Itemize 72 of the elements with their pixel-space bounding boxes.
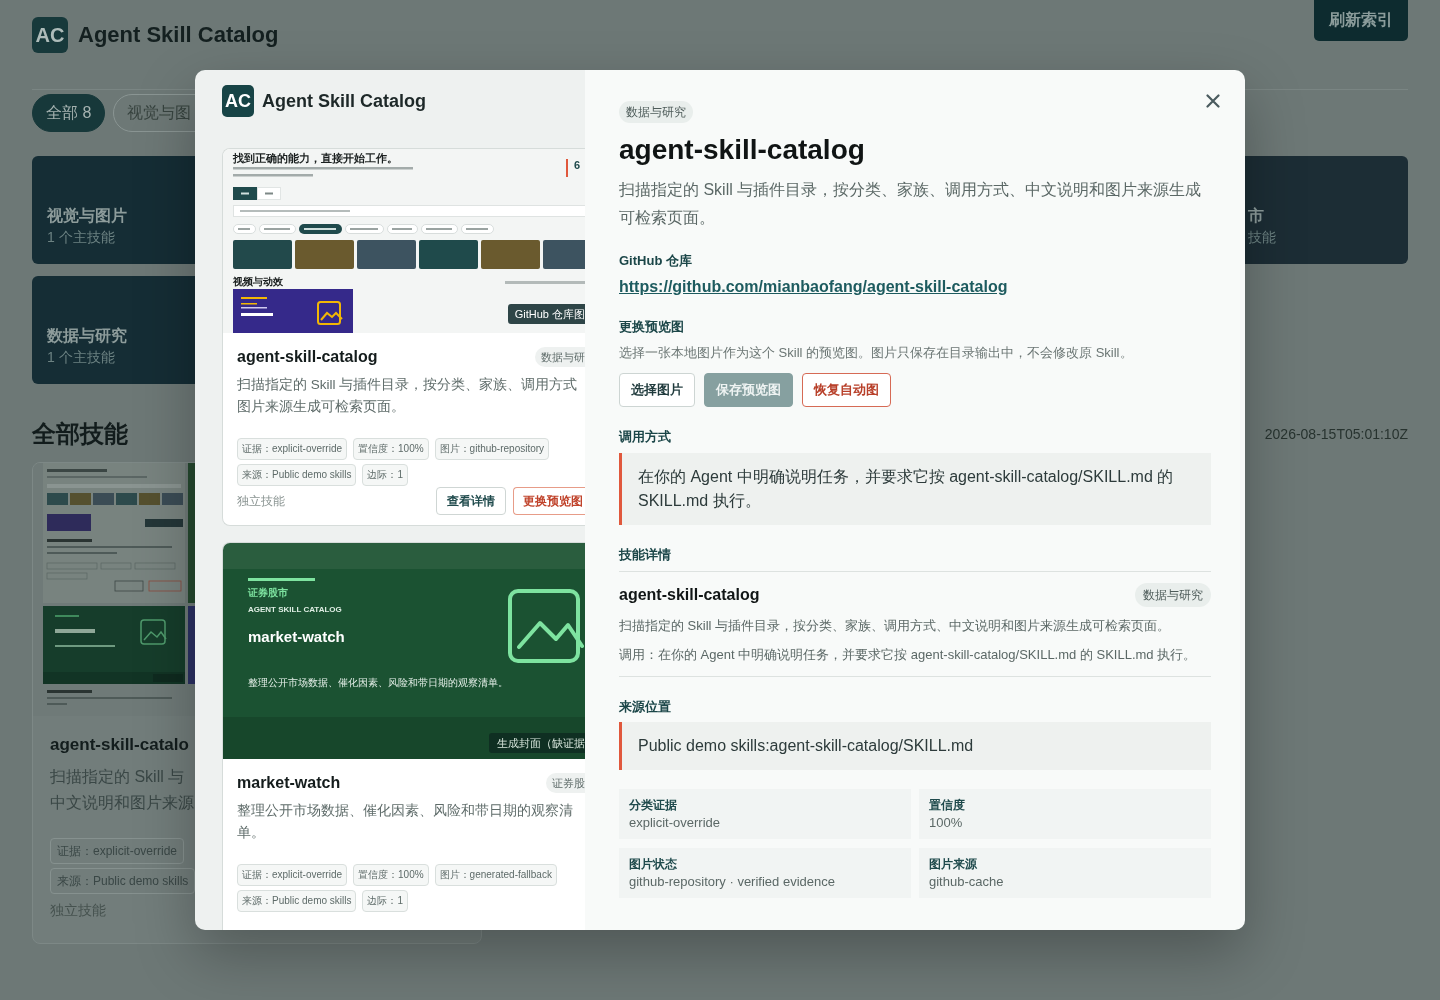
- tag-chip: 来源：Public demo skills: [237, 464, 357, 486]
- tag-chip: 置信度：100%: [353, 438, 429, 460]
- app-logo: AC: [32, 17, 68, 53]
- section-heading: 来源位置: [619, 698, 671, 716]
- tag-chip: 来源：Public demo skills: [237, 890, 357, 912]
- tag-chip: 边际：1: [362, 890, 409, 912]
- category-name: 视觉与图片: [47, 206, 127, 226]
- app-title: Agent Skill Catalog: [262, 90, 427, 113]
- category-tag: 数据与研究: [1135, 583, 1211, 607]
- image-source-badge: GitHub 仓库图: [507, 304, 585, 324]
- image-icon: [317, 301, 343, 325]
- skill-description: 扫描指定的 Skill 与插件目录，按分类、家族、调用方式、中文说明和图片来源生成可检索页面。: [619, 180, 1203, 228]
- cover-title: market-watch: [248, 627, 345, 647]
- cover-summary: 整理公开市场数据、催化因素、风险和带日期的观察清单。: [248, 676, 508, 690]
- skill-title: market-watch: [237, 773, 341, 793]
- category-tag: 数据与研究: [619, 101, 693, 123]
- filter-chip[interactable]: 全部 8: [32, 94, 106, 132]
- category-count: 1 个主技能: [47, 348, 115, 367]
- app-logo: AC: [222, 85, 254, 117]
- close-button[interactable]: [1206, 94, 1220, 108]
- section-heading: 技能详情: [619, 546, 671, 564]
- fact-label: 置信度: [929, 797, 965, 814]
- close-icon: [1206, 94, 1220, 108]
- invocation-quote: 在你的 Agent 中明确说明任务，并要求它按 agent-skill-catalog/SKILL.md 的 SKILL.md 执行。: [619, 453, 1211, 525]
- tag-chip: 置信度：100%: [353, 864, 429, 886]
- skill-description: 整理公开市场数据、催化因素、风险和带日期的观察清 单。: [237, 802, 573, 842]
- action-button[interactable]: 恢复自动图: [802, 373, 891, 407]
- tag-chip: 边际：1: [362, 464, 409, 486]
- category-name: 数据与研究: [47, 326, 127, 346]
- hint-text: 选择一张本地图片作为这个 Skill 的预览图。图片只保存在目录输出中，不会修改原 Skill。: [619, 344, 1133, 362]
- skill-title: agent-skill-catalo: [50, 734, 189, 756]
- skill-title: agent-skill-catalog: [619, 133, 865, 167]
- section-heading: 更换预览图: [619, 318, 684, 336]
- fact-value: 100%: [929, 814, 963, 832]
- fact-value: explicit-override: [629, 814, 721, 832]
- app-title: Agent Skill Catalog: [78, 21, 279, 49]
- refresh-button[interactable]: 刷新索引: [1314, 0, 1408, 41]
- fact-label: 图片状态: [629, 856, 677, 873]
- skill-family: 独立技能: [237, 492, 285, 510]
- tag-chip: 证据：explicit-override: [237, 864, 348, 886]
- tab-bar-drawing: [233, 187, 281, 200]
- skill-name: agent-skill-catalog: [619, 585, 760, 605]
- fact-label: 分类证据: [629, 797, 677, 814]
- image-source-badge: 生成封面（缺证据: [489, 733, 585, 753]
- source-path: Public demo skills:agent-skill-catalog/SKILL.md: [619, 722, 1211, 770]
- stat-number: 6: [574, 159, 581, 171]
- fact-value: github-cache: [929, 873, 1004, 891]
- action-button[interactable]: 更换预览图: [513, 487, 585, 515]
- cover-brand: AGENT SKILL CATALOG: [248, 605, 342, 615]
- action-button[interactable]: 查看详情: [436, 487, 506, 515]
- image-icon: [508, 589, 584, 663]
- fact-label: 图片来源: [929, 856, 977, 873]
- category-tag: 证券股: [546, 773, 585, 793]
- updated-time: 2026-08-15T05:01:10Z: [1264, 426, 1408, 442]
- invocation-text: 调用：在你的 Agent 中明确说明任务，并要求它按 agent-skill-catalog/SKILL.md 的 SKILL.md 执行。: [619, 646, 1197, 664]
- skill-description: 扫描指定的 Skill 与插件目录，按分类、家族、调用方式、中文说明和图片来源生成可检索页面。: [619, 617, 1171, 635]
- accent-bar: [566, 159, 568, 177]
- tag-chip: 图片：generated-fallback: [434, 864, 557, 886]
- section-heading: 调用方式: [619, 428, 671, 446]
- category-tag: 数据与研: [535, 347, 585, 367]
- category-count: 技能: [1248, 228, 1276, 247]
- accent-line: [248, 578, 315, 581]
- fact-value: github-repository · verified evidence: [629, 873, 835, 891]
- category-count: 1 个主技能: [47, 228, 115, 247]
- section-title: 全部技能: [32, 419, 128, 449]
- category-name: 市: [1248, 206, 1264, 226]
- section-heading: GitHub 仓库: [619, 252, 692, 270]
- tag-chip: 证据：explicit-override: [237, 438, 348, 460]
- tag-chip: 图片：github-repository: [434, 438, 550, 460]
- repo-link[interactable]: https://github.com/mianbaofang/agent-skill-catalog: [619, 275, 1008, 299]
- action-button[interactable]: 选择图片: [619, 373, 695, 407]
- cover-category: 证券股市: [248, 586, 288, 600]
